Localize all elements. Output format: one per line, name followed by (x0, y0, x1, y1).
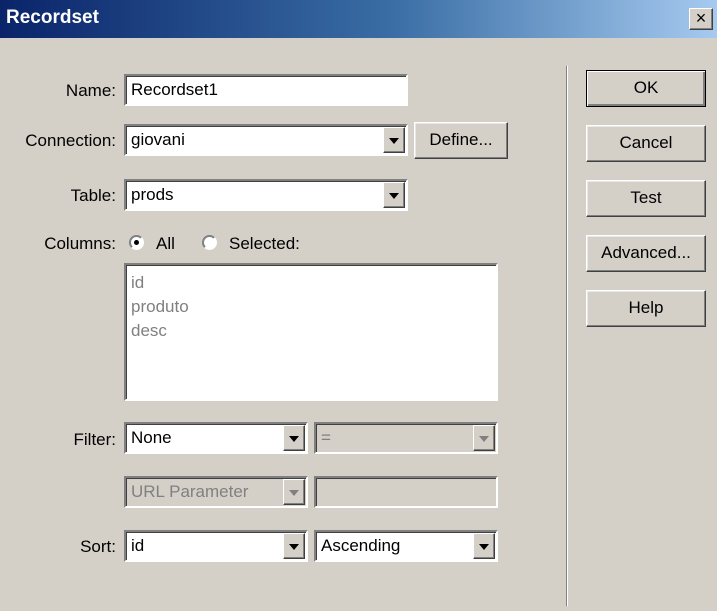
window-title: Recordset (6, 7, 99, 28)
table-select-value: prods (131, 185, 174, 204)
filter-operator-select[interactable]: = (314, 422, 498, 454)
name-input[interactable]: Recordset1 (124, 74, 408, 106)
sort-order-value: Ascending (321, 536, 401, 555)
chevron-down-icon[interactable] (473, 533, 495, 559)
connection-label: Connection: (25, 131, 116, 150)
list-item[interactable]: desc (131, 319, 491, 343)
connection-select-value: giovani (131, 130, 185, 149)
define-button[interactable]: Define... (414, 122, 508, 159)
sort-column-select[interactable]: id (124, 530, 308, 562)
chevron-down-icon[interactable] (283, 425, 305, 451)
columns-label: Columns: (44, 234, 116, 253)
filter-column-select[interactable]: None (124, 422, 308, 454)
radio-selected-label: Selected: (229, 234, 300, 253)
sort-column-value: id (131, 536, 145, 555)
list-item[interactable]: produto (131, 295, 491, 319)
filter-source-select[interactable]: URL Parameter (124, 476, 308, 508)
table-select[interactable]: prods (124, 179, 408, 211)
table-label: Table: (70, 186, 116, 205)
sort-label: Sort: (80, 537, 116, 556)
filter-value-input[interactable] (314, 476, 498, 508)
radio-selected[interactable] (202, 235, 217, 250)
cancel-button[interactable]: Cancel (586, 125, 706, 162)
filter-label: Filter: (73, 430, 117, 449)
filter-operator-value: = (321, 428, 331, 447)
list-item[interactable]: id (131, 271, 491, 295)
radio-all[interactable] (129, 235, 144, 250)
help-button[interactable]: Help (586, 290, 706, 327)
test-button[interactable]: Test (586, 180, 706, 217)
filter-column-value: None (131, 428, 172, 447)
filter-source-value: URL Parameter (131, 482, 249, 501)
close-icon: × (695, 8, 707, 28)
chevron-down-icon (283, 479, 305, 505)
name-label: Name: (65, 81, 116, 100)
connection-select[interactable]: giovani (124, 124, 408, 156)
vertical-separator (566, 66, 568, 606)
title-bar: Recordset × (0, 0, 717, 38)
chevron-down-icon (473, 425, 495, 451)
close-button[interactable]: × (689, 8, 713, 30)
ok-button[interactable]: OK (586, 70, 706, 107)
chevron-down-icon[interactable] (383, 182, 405, 208)
advanced-button[interactable]: Advanced... (586, 235, 706, 272)
chevron-down-icon[interactable] (383, 127, 405, 153)
chevron-down-icon[interactable] (283, 533, 305, 559)
name-input-value: Recordset1 (131, 80, 218, 99)
sort-order-select[interactable]: Ascending (314, 530, 498, 562)
radio-all-label: All (156, 234, 175, 253)
columns-list[interactable]: id produto desc (124, 263, 498, 401)
